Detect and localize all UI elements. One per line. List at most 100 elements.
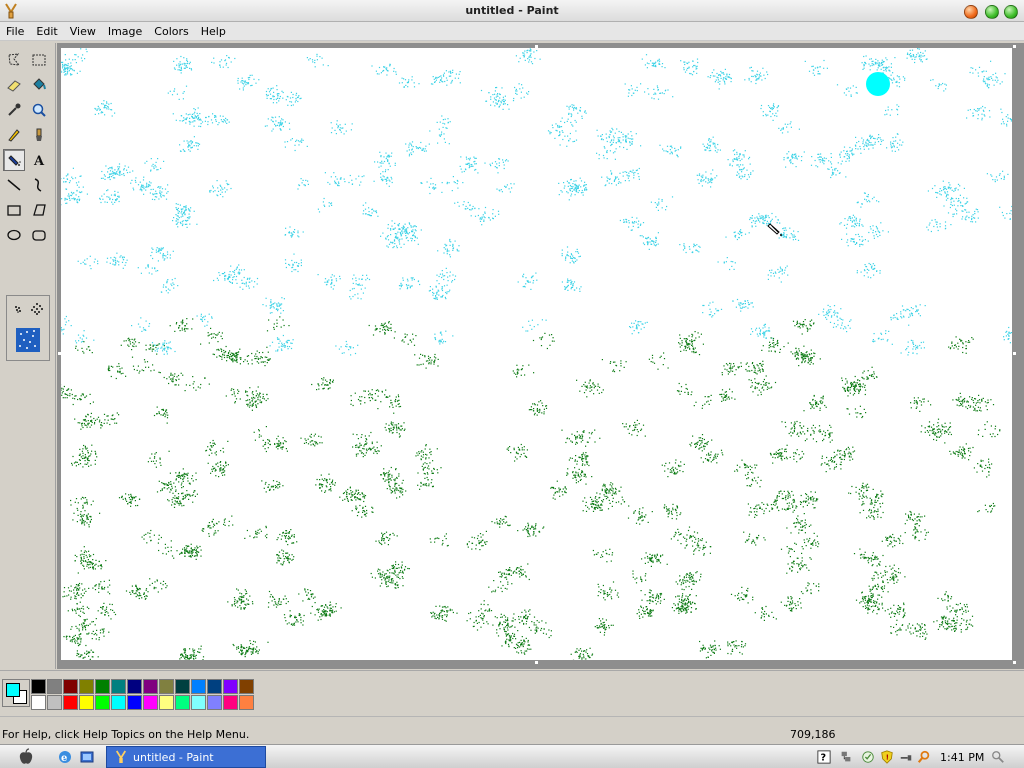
menu-edit[interactable]: Edit	[30, 22, 63, 38]
quicklaunch-ie[interactable]: e	[56, 748, 74, 766]
network-icon	[841, 751, 851, 762]
shield-icon: !	[881, 750, 893, 764]
palette-swatch[interactable]	[223, 695, 238, 710]
palette-swatch[interactable]	[95, 679, 110, 694]
resize-handle-bottom[interactable]	[535, 661, 538, 664]
tray-help[interactable]: ?	[816, 749, 832, 765]
palette-swatch[interactable]	[111, 679, 126, 694]
palette-swatch[interactable]	[159, 679, 174, 694]
magnifier-icon	[32, 103, 46, 117]
canvas-workspace	[57, 43, 1024, 669]
quicklaunch-desktop[interactable]	[78, 748, 96, 766]
menu-help[interactable]: Help	[195, 22, 232, 38]
rectangle-tool[interactable]	[3, 199, 25, 221]
minimize-button[interactable]	[985, 5, 999, 19]
palette-swatch[interactable]	[79, 679, 94, 694]
palette-swatch[interactable]	[79, 695, 94, 710]
menu-image[interactable]: Image	[102, 22, 148, 38]
resize-handle-right[interactable]	[1013, 352, 1016, 355]
current-colors[interactable]	[2, 679, 30, 707]
brush-tool[interactable]	[28, 124, 50, 146]
palette-swatch[interactable]	[47, 695, 62, 710]
text-tool[interactable]: A	[28, 149, 50, 171]
rounded-rectangle-tool[interactable]	[28, 224, 50, 246]
magnifier-tool[interactable]	[28, 99, 50, 121]
palette-swatch[interactable]	[207, 695, 222, 710]
cyan-sun-blob	[866, 72, 890, 96]
palette-swatch[interactable]	[191, 695, 206, 710]
palette-swatch[interactable]	[47, 679, 62, 694]
palette-swatch[interactable]	[111, 695, 126, 710]
maximize-button[interactable]	[1004, 5, 1018, 19]
palette-swatch[interactable]	[143, 679, 158, 694]
brush-icon	[36, 128, 42, 141]
palette-swatch[interactable]	[223, 679, 238, 694]
close-button[interactable]	[964, 5, 978, 19]
apple-logo-icon	[19, 748, 33, 764]
search-icon	[917, 750, 930, 763]
curve-icon	[34, 178, 42, 192]
tray-search[interactable]	[916, 749, 932, 765]
spotlight-search-icon	[992, 751, 1004, 763]
palette-swatch[interactable]	[175, 679, 190, 694]
spray-size-large[interactable]	[16, 328, 40, 352]
palette-swatch[interactable]	[127, 695, 142, 710]
resize-handle-left[interactable]	[58, 352, 61, 355]
palette-swatch[interactable]	[191, 679, 206, 694]
text-icon: A	[33, 154, 45, 168]
ellipse-tool[interactable]	[3, 224, 25, 246]
menu-file[interactable]: File	[0, 22, 30, 38]
status-help-text: For Help, click Help Topics on the Help …	[2, 728, 250, 741]
palette-swatch[interactable]	[207, 679, 222, 694]
palette-swatch[interactable]	[175, 695, 190, 710]
paint-bucket-icon	[33, 78, 46, 90]
resize-handle-top[interactable]	[535, 45, 538, 48]
eraser-tool[interactable]	[3, 74, 25, 96]
palette-swatch[interactable]	[143, 695, 158, 710]
tray-security[interactable]: !	[879, 749, 895, 765]
resize-handle-bottom-right[interactable]	[1013, 661, 1016, 664]
resize-handle-top-right[interactable]	[1013, 45, 1016, 48]
palette-swatch[interactable]	[63, 695, 78, 710]
eraser-icon	[7, 80, 21, 92]
foreground-color[interactable]	[6, 683, 20, 697]
airbrush-tool[interactable]	[3, 149, 25, 171]
antivirus-icon	[862, 751, 874, 763]
menu-bar: File Edit View Image Colors Help	[0, 22, 1024, 41]
color-picker-tool[interactable]	[3, 99, 25, 121]
line-tool[interactable]	[3, 174, 25, 196]
spray-size-small[interactable]	[15, 306, 21, 313]
palette-swatch[interactable]	[239, 679, 254, 694]
curve-tool[interactable]	[28, 174, 50, 196]
ellipse-icon	[7, 229, 21, 241]
tray-antivirus[interactable]	[860, 749, 876, 765]
show-desktop-icon	[80, 751, 94, 763]
menu-view[interactable]: View	[64, 22, 102, 38]
taskbar-button-paint[interactable]: untitled - Paint	[106, 746, 266, 768]
status-bar: For Help, click Help Topics on the Help …	[0, 716, 1024, 744]
line-icon	[7, 179, 21, 191]
palette-swatch[interactable]	[239, 695, 254, 710]
free-form-select-tool[interactable]	[3, 49, 25, 71]
tool-options-box	[6, 295, 50, 361]
taskbar-button-label: untitled - Paint	[133, 750, 214, 764]
tray-connection[interactable]	[898, 749, 914, 765]
pencil-tool[interactable]	[3, 124, 25, 146]
rect-select-tool[interactable]	[28, 49, 50, 71]
spotlight[interactable]	[990, 749, 1006, 765]
palette-swatch[interactable]	[63, 679, 78, 694]
drawing-canvas[interactable]	[61, 48, 1012, 660]
start-button[interactable]	[16, 748, 36, 766]
polygon-icon	[33, 204, 46, 216]
palette-swatch[interactable]	[95, 695, 110, 710]
palette-swatch[interactable]	[127, 679, 142, 694]
palette-swatch[interactable]	[159, 695, 174, 710]
polygon-tool[interactable]	[28, 199, 50, 221]
palette-swatch[interactable]	[31, 695, 46, 710]
tray-network[interactable]	[838, 749, 854, 765]
title-bar: untitled - Paint	[0, 0, 1024, 22]
palette-swatch[interactable]	[31, 679, 46, 694]
fill-tool[interactable]	[28, 74, 50, 96]
menu-colors[interactable]: Colors	[148, 22, 194, 38]
spray-size-medium[interactable]	[31, 303, 43, 315]
